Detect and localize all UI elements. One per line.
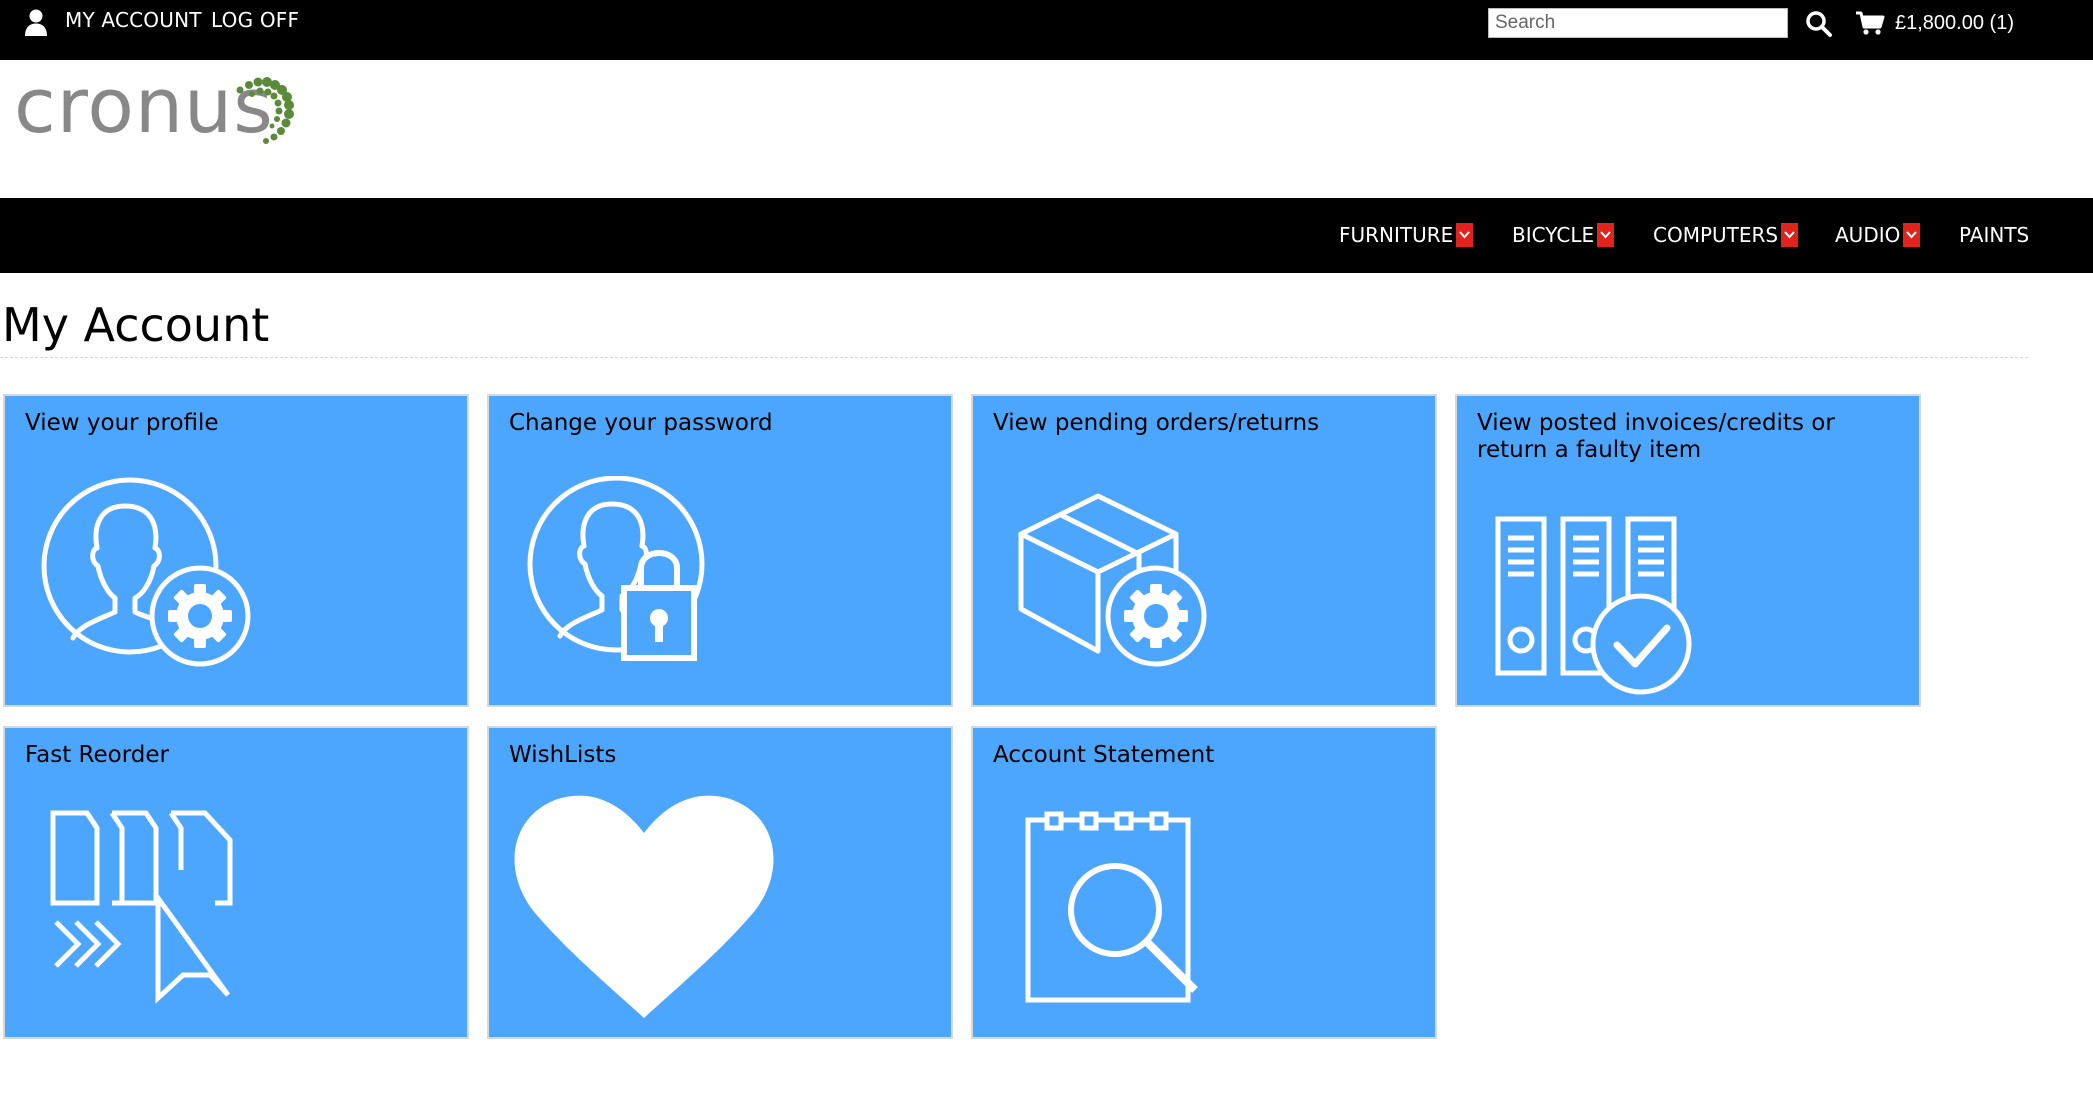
binders-check-icon	[1495, 516, 1692, 695]
tile-fast-reorder[interactable]: Fast Reorder	[3, 726, 469, 1039]
statement-search-icon	[1025, 811, 1198, 1003]
my-account-link[interactable]: MY ACCOUNT	[65, 8, 202, 32]
nav-item-furniture[interactable]: FURNITURE	[1339, 210, 1474, 260]
profile-settings-icon	[41, 477, 251, 667]
site-logo[interactable]: cronus	[14, 68, 324, 164]
tile-label: Change your password	[509, 410, 773, 436]
chevron-down-icon[interactable]	[1597, 223, 1615, 247]
search-input[interactable]	[1488, 8, 1788, 38]
nav-item-audio[interactable]: AUDIO	[1835, 210, 1921, 260]
reorder-icon	[50, 810, 233, 1004]
tile-view-profile[interactable]: View your profile	[3, 394, 469, 707]
nav-item-computers[interactable]: COMPUTERS	[1653, 210, 1799, 260]
title-divider	[0, 357, 2028, 358]
page-title: My Account	[2, 298, 270, 352]
nav-label: FURNITURE	[1339, 223, 1454, 247]
cart-icon	[1856, 11, 1885, 35]
cart-summary[interactable]: £1,800.00 (1)	[1855, 8, 2014, 38]
logo-dots	[236, 77, 294, 144]
user-icon	[25, 9, 47, 36]
top-bar: MY ACCOUNT LOG OFF £1,800.00 (1)	[0, 0, 2093, 60]
chevron-down-icon[interactable]	[1456, 223, 1474, 247]
nav-label: AUDIO	[1835, 223, 1901, 247]
tile-posted-invoices[interactable]: View posted invoices/credits or return a…	[1455, 394, 1921, 707]
heart-icon	[514, 795, 774, 1018]
tile-label: View posted invoices/credits or return a…	[1477, 410, 1835, 463]
nav-label: BICYCLE	[1512, 223, 1595, 247]
nav-item-paints[interactable]: PAINTS	[1959, 210, 2029, 260]
tile-label: Fast Reorder	[25, 742, 169, 768]
tile-label: WishLists	[509, 742, 617, 768]
tile-change-password[interactable]: Change your password	[487, 394, 953, 707]
tile-pending-orders[interactable]: View pending orders/returns	[971, 394, 1437, 707]
profile-lock-icon	[527, 476, 705, 661]
log-off-link[interactable]: LOG OFF	[211, 8, 299, 32]
tile-label: View pending orders/returns	[993, 410, 1320, 436]
chevron-down-icon[interactable]	[1903, 223, 1921, 247]
search-icon[interactable]	[1805, 10, 1833, 38]
tile-account-statement[interactable]: Account Statement	[971, 726, 1437, 1039]
cart-total: £1,800.00 (1)	[1895, 11, 2014, 34]
tile-label: Account Statement	[993, 742, 1215, 768]
tile-wishlists[interactable]: WishLists	[487, 726, 953, 1039]
nav-label: COMPUTERS	[1653, 223, 1779, 247]
box-settings-icon	[1018, 493, 1207, 667]
nav-item-bicycle[interactable]: BICYCLE	[1512, 210, 1615, 260]
category-nav: FURNITURE BICYCLE COMPUTERS AUDIO PAINTS	[0, 198, 2093, 273]
nav-label: PAINTS	[1959, 223, 2030, 247]
tile-label: View your profile	[25, 410, 219, 436]
chevron-down-icon[interactable]	[1781, 223, 1799, 247]
